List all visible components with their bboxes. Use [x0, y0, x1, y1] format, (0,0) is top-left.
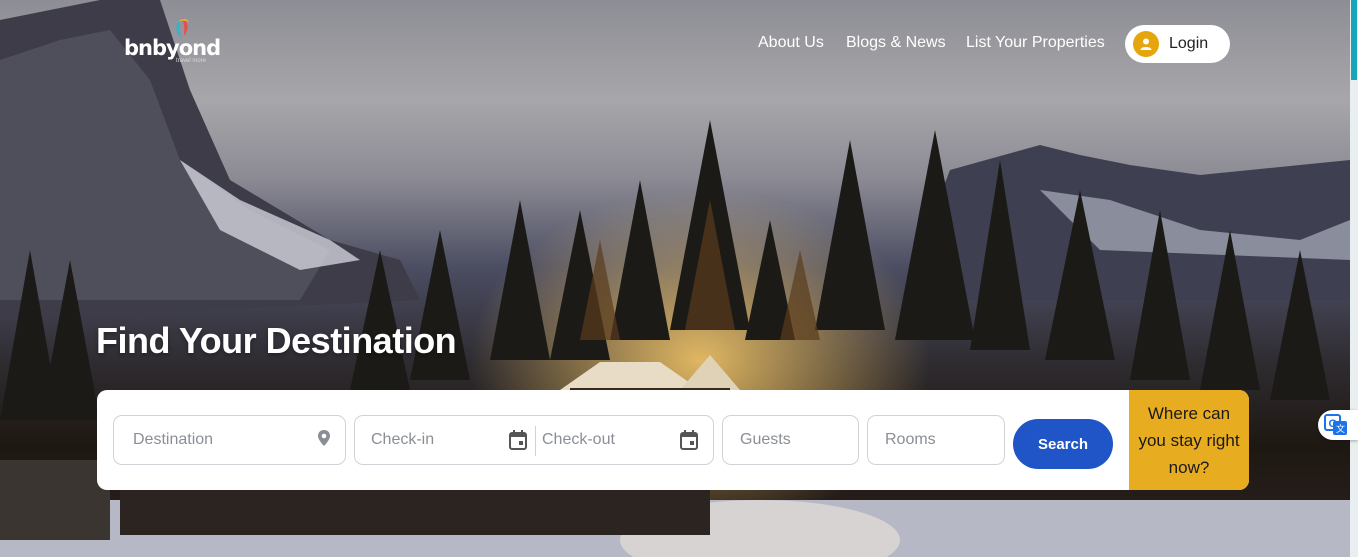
guests-field[interactable]: Guests	[722, 415, 859, 465]
brand-logo[interactable]: bnbyond travel more	[124, 16, 221, 68]
scrollbar-thumb[interactable]	[1351, 0, 1357, 80]
brand-tagline: travel more	[176, 58, 207, 64]
login-button[interactable]: Login	[1125, 25, 1230, 63]
checkin-field[interactable]: Check-in	[371, 416, 531, 464]
promo-where-to-stay[interactable]: Where can you stay right now?	[1129, 390, 1249, 490]
page-title: Find Your Destination	[96, 320, 457, 361]
scrollbar[interactable]	[1350, 0, 1358, 557]
rooms-placeholder: Rooms	[885, 431, 936, 448]
user-icon	[1133, 31, 1159, 57]
login-label: Login	[1169, 35, 1209, 52]
destination-field[interactable]: Destination	[113, 415, 346, 465]
translate-icon[interactable]: G 文	[1318, 410, 1358, 440]
nav-list-properties[interactable]: List Your Properties	[966, 34, 1105, 52]
svg-text:文: 文	[1336, 423, 1345, 434]
brand-name: bnbyond	[124, 36, 221, 60]
date-range-field: Check-in Check-out	[354, 415, 714, 465]
checkout-placeholder: Check-out	[542, 431, 615, 448]
promo-text: Where can you stay right now?	[1138, 403, 1240, 477]
rooms-field[interactable]: Rooms	[867, 415, 1005, 465]
checkin-calendar-icon[interactable]	[509, 430, 527, 450]
checkin-placeholder: Check-in	[371, 431, 435, 448]
search-panel: Destination Check-in Check-out Guests Ro…	[97, 390, 1249, 490]
destination-placeholder: Destination	[133, 431, 214, 448]
guests-placeholder: Guests	[740, 431, 791, 448]
nav-blogs-news[interactable]: Blogs & News	[846, 34, 946, 52]
location-pin-icon	[318, 430, 330, 446]
date-divider	[535, 426, 536, 456]
checkout-calendar-icon[interactable]	[680, 430, 698, 450]
nav-about-us[interactable]: About Us	[758, 34, 824, 52]
checkout-field[interactable]: Check-out	[542, 416, 692, 464]
search-button[interactable]: Search	[1013, 419, 1113, 469]
